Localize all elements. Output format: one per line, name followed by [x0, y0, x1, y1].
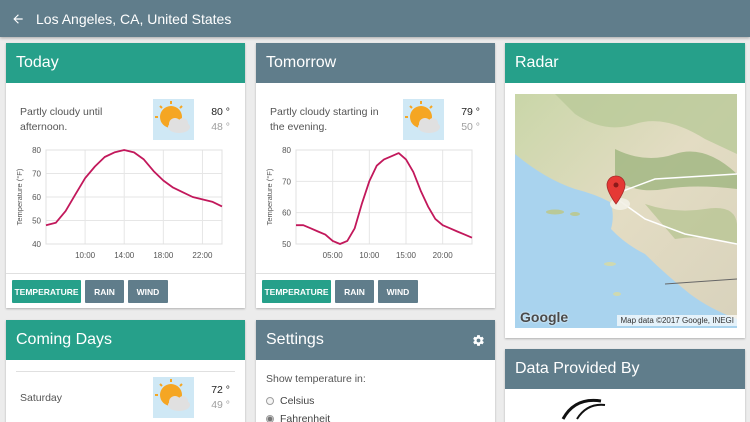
- tomorrow-tabs: TEMPERATURE RAIN WIND: [256, 280, 418, 303]
- celsius-radio[interactable]: [266, 397, 274, 405]
- gear-icon[interactable]: [472, 334, 485, 347]
- today-divider: [6, 273, 245, 274]
- tomorrow-temperature-chart: 50 60 70 80 05:00 10:00 15:00 20:00 Temperature …: [265, 146, 473, 260]
- show-temperature-label: Show temperature in:: [266, 373, 366, 385]
- x-tick-label: 10:00: [75, 251, 96, 260]
- tomorrow-card: Tomorrow Partly cloudy starting in the e…: [256, 43, 495, 308]
- partly-cloudy-icon: [153, 99, 194, 140]
- plot-area: [295, 149, 473, 245]
- x-tick-label: 18:00: [153, 251, 174, 260]
- celsius-option[interactable]: Celsius: [266, 395, 314, 407]
- today-header: Today: [6, 43, 245, 83]
- tomorrow-header: Tomorrow: [256, 43, 495, 83]
- tab-rain[interactable]: RAIN: [335, 280, 374, 303]
- provider-title: Data Provided By: [515, 360, 640, 377]
- today-high: 80 °: [211, 106, 230, 118]
- coming-days-card: Coming Days Saturday 72 ° 49 °: [6, 320, 245, 422]
- coming-days-header: Coming Days: [6, 320, 245, 360]
- tab-temperature[interactable]: TEMPERATURE: [12, 280, 81, 303]
- partly-cloudy-icon: [153, 377, 194, 418]
- coming-day-low: 49 °: [211, 399, 230, 411]
- today-card: Today Partly cloudy until afternoon. 80 …: [6, 43, 245, 308]
- x-tick-label: 15:00: [396, 251, 417, 260]
- today-title: Today: [16, 54, 59, 71]
- y-tick-label: 60: [282, 209, 291, 218]
- tomorrow-summary: Partly cloudy starting in the evening.: [270, 106, 379, 133]
- tomorrow-temps: 79 ° 50 °: [452, 105, 480, 135]
- settings-header: Settings: [256, 320, 495, 360]
- y-tick-label: 70: [32, 170, 41, 179]
- back-button[interactable]: [0, 0, 36, 37]
- radar-map[interactable]: Google Map data ©2017 Google, INEGI: [515, 94, 737, 328]
- tab-rain[interactable]: RAIN: [85, 280, 124, 303]
- tomorrow-low: 50 °: [461, 121, 480, 133]
- radar-card: Radar Google Map data ©2017 Google, INEG…: [505, 43, 745, 338]
- today-tabs: TEMPERATURE RAIN WIND: [6, 280, 168, 303]
- celsius-label: Celsius: [280, 395, 315, 407]
- tab-temperature[interactable]: TEMPERATURE: [262, 280, 331, 303]
- x-tick-label: 20:00: [433, 251, 454, 260]
- x-tick-label: 05:00: [323, 251, 344, 260]
- y-tick-label: 80: [282, 146, 291, 155]
- partly-cloudy-icon: [403, 99, 444, 140]
- x-tick-label: 14:00: [114, 251, 135, 260]
- temperature-line: [296, 152, 473, 245]
- y-tick-label: 50: [282, 240, 291, 249]
- y-tick-label: 80: [32, 146, 41, 155]
- today-chart: 40 50 60 70 80 10:00 14:00 18:00 22:00 Temperatur…: [6, 139, 245, 269]
- radar-header: Radar: [505, 43, 745, 83]
- settings-card: Settings Show temperature in: Celsius Fa…: [256, 320, 495, 422]
- x-tick-label: 22:00: [192, 251, 213, 260]
- fahrenheit-option[interactable]: Fahrenheit: [266, 413, 330, 422]
- google-logo: Google: [520, 309, 569, 325]
- provider-header: Data Provided By: [505, 349, 745, 389]
- tomorrow-divider: [256, 273, 495, 274]
- y-tick-label: 70: [282, 177, 291, 186]
- x-tick-label: 10:00: [359, 251, 380, 260]
- tab-wind[interactable]: WIND: [128, 280, 168, 303]
- today-temps: 80 ° 48 °: [202, 105, 230, 135]
- today-summary: Partly cloudy until afternoon.: [20, 106, 103, 133]
- coming-day-high: 72 °: [211, 384, 230, 396]
- provider-logo: [561, 398, 606, 420]
- today-low: 48 °: [211, 121, 230, 133]
- location-title: Los Angeles, CA, United States: [36, 10, 232, 27]
- map-attribution: Map data ©2017 Google, INEGI: [617, 315, 737, 326]
- y-axis-label: Temperature (°F): [15, 168, 24, 225]
- y-tick-label: 60: [32, 193, 41, 202]
- tomorrow-high: 79 °: [461, 106, 480, 118]
- day-label: Saturday: [20, 392, 63, 404]
- fahrenheit-label: Fahrenheit: [280, 413, 331, 422]
- app-bar: Los Angeles, CA, United States: [0, 0, 750, 37]
- y-axis-label: Temperature (°F): [265, 168, 274, 225]
- radar-title: Radar: [515, 54, 559, 71]
- y-tick-label: 40: [32, 240, 41, 249]
- settings-title: Settings: [266, 331, 324, 348]
- coming-days-title: Coming Days: [16, 331, 113, 348]
- tomorrow-chart: 50 60 70 80 05:00 10:00 15:00 20:00 Temperature …: [256, 139, 495, 269]
- today-temperature-chart: 40 50 60 70 80 10:00 14:00 18:00 22:00 Temperatur…: [15, 146, 223, 260]
- coming-days-divider: [16, 371, 235, 372]
- temperature-line: [45, 149, 223, 227]
- coming-day-temps: 72 ° 49 °: [202, 383, 230, 413]
- fahrenheit-radio[interactable]: [266, 415, 274, 422]
- provider-card: Data Provided By: [505, 349, 745, 422]
- y-tick-label: 50: [32, 217, 41, 226]
- tab-wind[interactable]: WIND: [378, 280, 418, 303]
- tomorrow-title: Tomorrow: [266, 54, 337, 71]
- arrow-left-icon: [13, 13, 23, 24]
